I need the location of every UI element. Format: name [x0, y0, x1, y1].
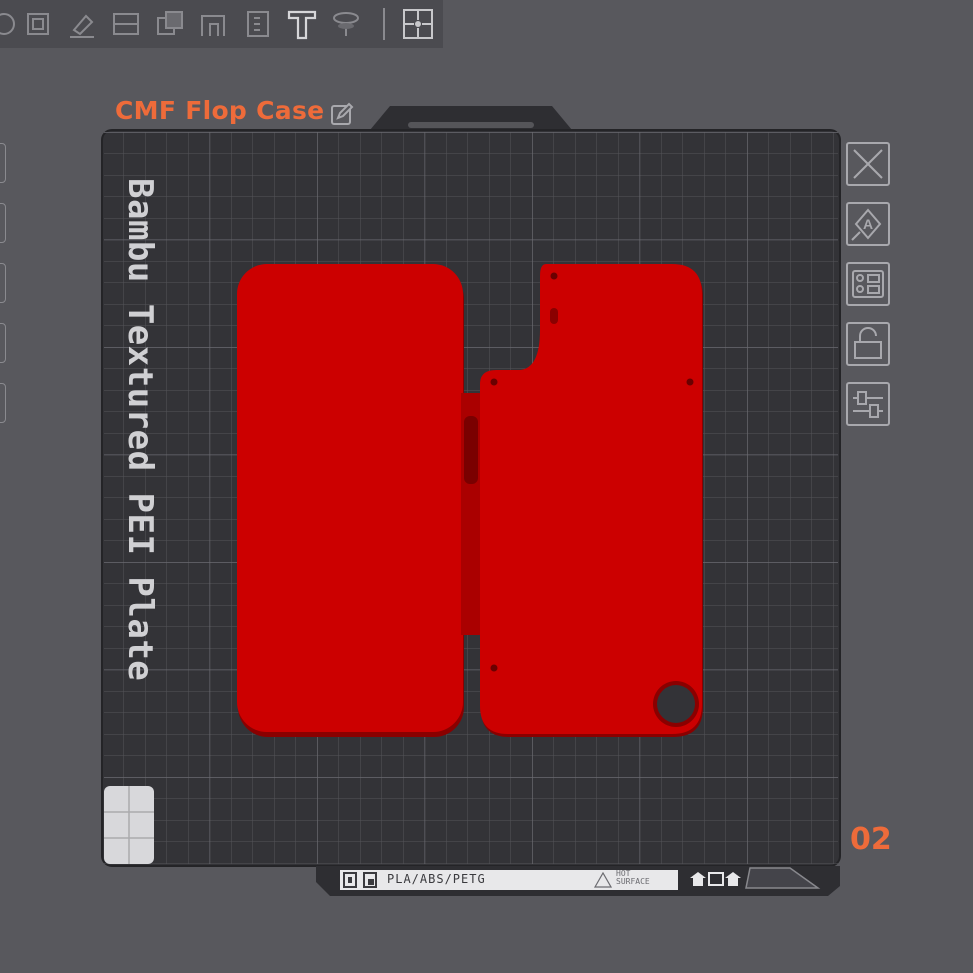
plate-handle	[408, 122, 534, 128]
plate-number: 02	[850, 822, 892, 857]
edit-name-icon[interactable]	[330, 102, 354, 126]
lock-icon	[854, 327, 882, 359]
arrange-button[interactable]	[846, 262, 890, 306]
filament-label: PLA/ABS/PETG	[387, 872, 486, 886]
qr-icon	[343, 872, 377, 888]
arrange-icon	[852, 270, 884, 298]
auto-orient-icon: A	[851, 208, 882, 241]
plate-settings-icon	[853, 391, 883, 418]
close-plate-icon	[853, 149, 883, 179]
close-plate-button[interactable]	[846, 142, 890, 186]
bed-corner-tile	[104, 786, 154, 864]
plate-settings-button[interactable]	[846, 382, 890, 426]
model-hinge	[461, 393, 483, 635]
auto-orient-button[interactable]: A	[846, 202, 890, 246]
plate-title: CMF Flop Case	[115, 96, 325, 125]
warning-icon	[594, 872, 612, 888]
svg-text:A: A	[863, 216, 873, 232]
lock-button[interactable]	[846, 322, 890, 366]
hot-surface-label: HOT SURFACE	[616, 869, 650, 886]
bed-type-name: Bambu Textured PEI Plate	[120, 178, 160, 682]
model-part-left	[237, 264, 464, 737]
